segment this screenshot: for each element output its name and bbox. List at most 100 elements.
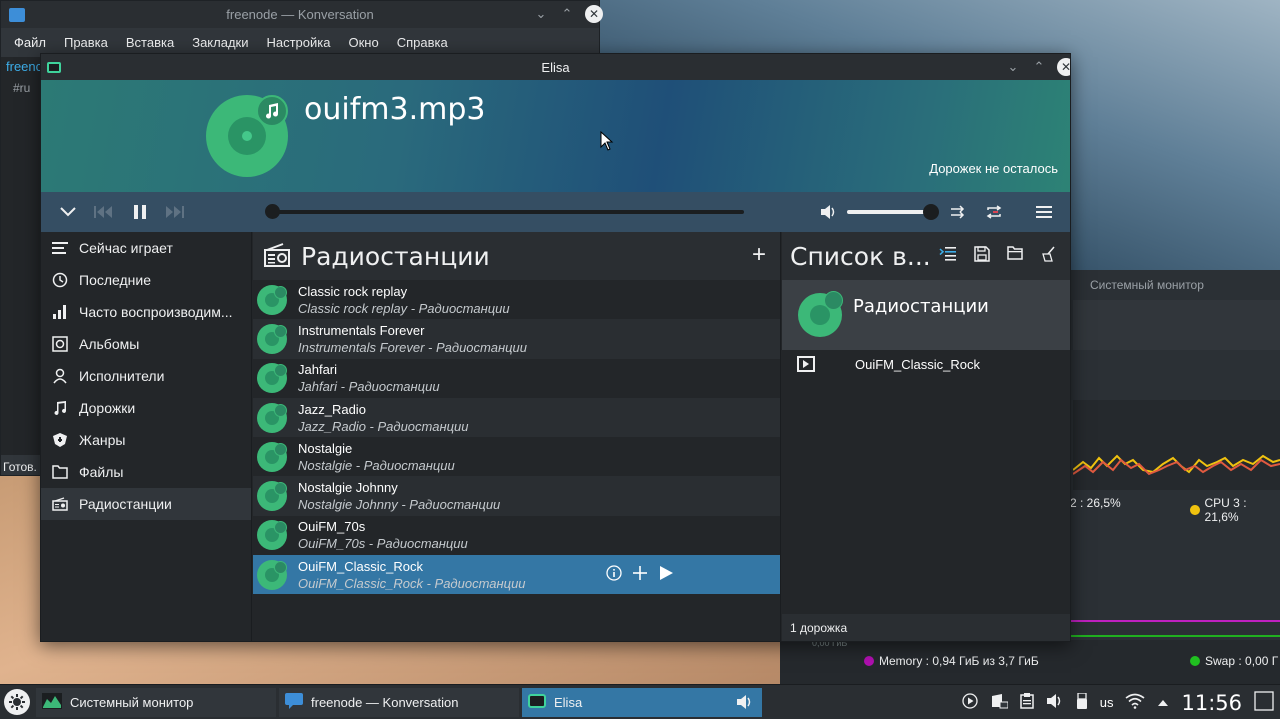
radio-list-view: Радиостанции + Classic rock replay Classi… (253, 232, 781, 641)
next-icon[interactable] (164, 201, 186, 223)
sidebar-item-recent[interactable]: Последние (41, 264, 251, 296)
close-icon[interactable]: ✕ (1057, 58, 1070, 76)
sidebar-item-now-playing[interactable]: Сейчас играет (41, 232, 251, 264)
sidebar-item-radios[interactable]: Радиостанции (41, 488, 251, 520)
maximize-icon[interactable]: ⌃ (1031, 59, 1047, 75)
sidebar-item-genres[interactable]: Жанры (41, 424, 251, 456)
playlist-track-name: OuiFM_Classic_Rock (855, 356, 980, 372)
add-radio-button[interactable]: + (752, 243, 766, 267)
menu-edit[interactable]: Правка (55, 35, 117, 50)
repeat-icon[interactable] (983, 201, 1005, 223)
playlist-track[interactable]: OuiFM_Classic_Rock (782, 350, 1070, 378)
now-playing-header: ouifm3.mp3 Дорожек не осталось (41, 80, 1070, 192)
info-icon[interactable] (606, 565, 622, 584)
tray-expand-icon[interactable] (1157, 695, 1169, 710)
konversation-channel[interactable]: #ru (13, 81, 30, 95)
konversation-app-icon (9, 7, 25, 22)
task-sysmon[interactable]: Системный монитор (36, 688, 276, 717)
radio-cover-icon (257, 363, 287, 394)
task-label: freenode — Konversation (311, 695, 459, 710)
add-to-playlist-icon[interactable] (632, 565, 648, 584)
swap-label: Swap : 0,00 Г (1205, 654, 1279, 668)
now-playing-title: ouifm3.mp3 (304, 92, 486, 127)
task-elisa[interactable]: Elisa (522, 688, 762, 717)
view-header: Радиостанции + (253, 232, 780, 280)
playlist-album-cover (798, 291, 843, 337)
volume-icon[interactable] (818, 201, 840, 223)
sidebar-item-label: Жанры (79, 432, 126, 448)
music-note-icon (256, 95, 288, 127)
previous-icon[interactable] (92, 201, 114, 223)
sysmon-tab[interactable]: Системный монитор (1090, 278, 1204, 292)
minimize-icon[interactable]: ⌄ (1005, 59, 1021, 75)
menu-file[interactable]: Файл (5, 35, 55, 50)
radio-subtitle: Nostalgie Johnny - Радиостанции (298, 497, 501, 513)
list-item-selected[interactable]: OuiFM_Classic_Rock OuiFM_Classic_Rock - Р… (253, 555, 780, 595)
minimize-icon[interactable]: ⌄ (533, 6, 549, 22)
collapse-header-button[interactable] (57, 201, 79, 223)
application-launcher-icon[interactable] (4, 689, 30, 715)
sidebar-item-frequent[interactable]: Часто воспроизводим... (41, 296, 251, 328)
memory-legend: Memory : 0,94 ГиБ из 3,7 ГиБ (864, 654, 1039, 668)
sidebar-item-tracks[interactable]: Дорожки (41, 392, 251, 424)
konversation-server-tab[interactable]: freenc (3, 59, 46, 74)
memory-dot (864, 656, 874, 666)
show-current-track-icon[interactable] (939, 246, 957, 265)
volume-icon[interactable] (1046, 693, 1064, 712)
volume-handle[interactable] (923, 204, 939, 220)
close-icon[interactable]: ✕ (585, 5, 603, 23)
list-item[interactable]: Jahfari Jahfari - Радиостанции (253, 359, 780, 398)
playing-audio-icon[interactable] (736, 694, 754, 713)
shuffle-icon[interactable] (948, 201, 970, 223)
media-player-icon[interactable] (962, 693, 978, 712)
radio-subtitle: OuiFM_70s - Радиостанции (298, 536, 468, 552)
cpu3-legend: CPU 3 : 21,6% (1190, 496, 1280, 524)
list-item[interactable]: OuiFM_70s OuiFM_70s - Радиостанции (253, 516, 780, 555)
seek-handle[interactable] (265, 204, 280, 219)
save-playlist-icon[interactable] (974, 246, 990, 265)
konversation-tree (1, 57, 41, 455)
playlist-album-group: Радиостанции (782, 280, 1070, 350)
clipboard-icon[interactable] (1019, 693, 1034, 712)
elisa-titlebar: Elisa ⌄ ⌃ ✕ (41, 54, 1070, 80)
usb-device-icon[interactable] (1076, 692, 1088, 712)
volume-slider[interactable] (847, 210, 932, 214)
clock[interactable]: 11:56 (1181, 691, 1242, 715)
radio-title: OuiFM_70s (298, 519, 366, 535)
list-icon (51, 239, 69, 257)
list-item[interactable]: Instrumentals Forever Instrumentals Forev… (253, 319, 780, 359)
task-label: Elisa (554, 695, 583, 710)
load-playlist-icon[interactable] (1007, 246, 1023, 265)
menu-window[interactable]: Окно (339, 35, 387, 50)
list-item[interactable]: Jazz_Radio Jazz_Radio - Радиостанции (253, 397, 780, 438)
seek-slider[interactable] (266, 210, 744, 214)
list-item[interactable]: Classic rock replay Classic rock replay -… (253, 280, 780, 319)
sidebar-item-label: Дорожки (79, 400, 136, 416)
list-item[interactable]: Nostalgie Johnny Nostalgie Johnny - Радио… (253, 476, 780, 516)
radio-title: Jazz_Radio (298, 401, 366, 417)
radio-title: OuiFM_Classic_Rock (298, 558, 423, 574)
sidebar-item-artists[interactable]: Исполнители (41, 360, 251, 392)
menu-help[interactable]: Справка (388, 35, 457, 50)
wifi-icon[interactable] (1125, 693, 1145, 712)
radio-cover-icon (257, 402, 287, 433)
radio-list: Classic rock replay Classic rock replay -… (253, 280, 780, 595)
clear-playlist-icon[interactable] (1040, 246, 1056, 265)
maximize-icon[interactable]: ⌃ (559, 6, 575, 22)
keyboard-layout[interactable]: us (1100, 695, 1114, 710)
user-icon (51, 367, 69, 385)
list-item[interactable]: Nostalgie Nostalgie - Радиостанции (253, 437, 780, 476)
task-konversation[interactable]: freenode — Konversation (279, 688, 519, 717)
konversation-window-controls: ⌄ ⌃ ✕ (533, 5, 603, 23)
sidebar-item-albums[interactable]: Альбомы (41, 328, 251, 360)
menu-settings[interactable]: Настройка (257, 35, 339, 50)
elisa-app-icon (47, 61, 61, 73)
menu-insert[interactable]: Вставка (117, 35, 183, 50)
hamburger-menu-icon[interactable] (1033, 201, 1055, 223)
updates-icon[interactable] (990, 693, 1009, 712)
menu-bookmarks[interactable]: Закладки (183, 35, 257, 50)
show-desktop-icon[interactable] (1254, 691, 1274, 714)
sidebar-item-files[interactable]: Файлы (41, 456, 251, 488)
play-now-icon[interactable] (658, 565, 674, 584)
pause-icon[interactable] (129, 201, 151, 223)
